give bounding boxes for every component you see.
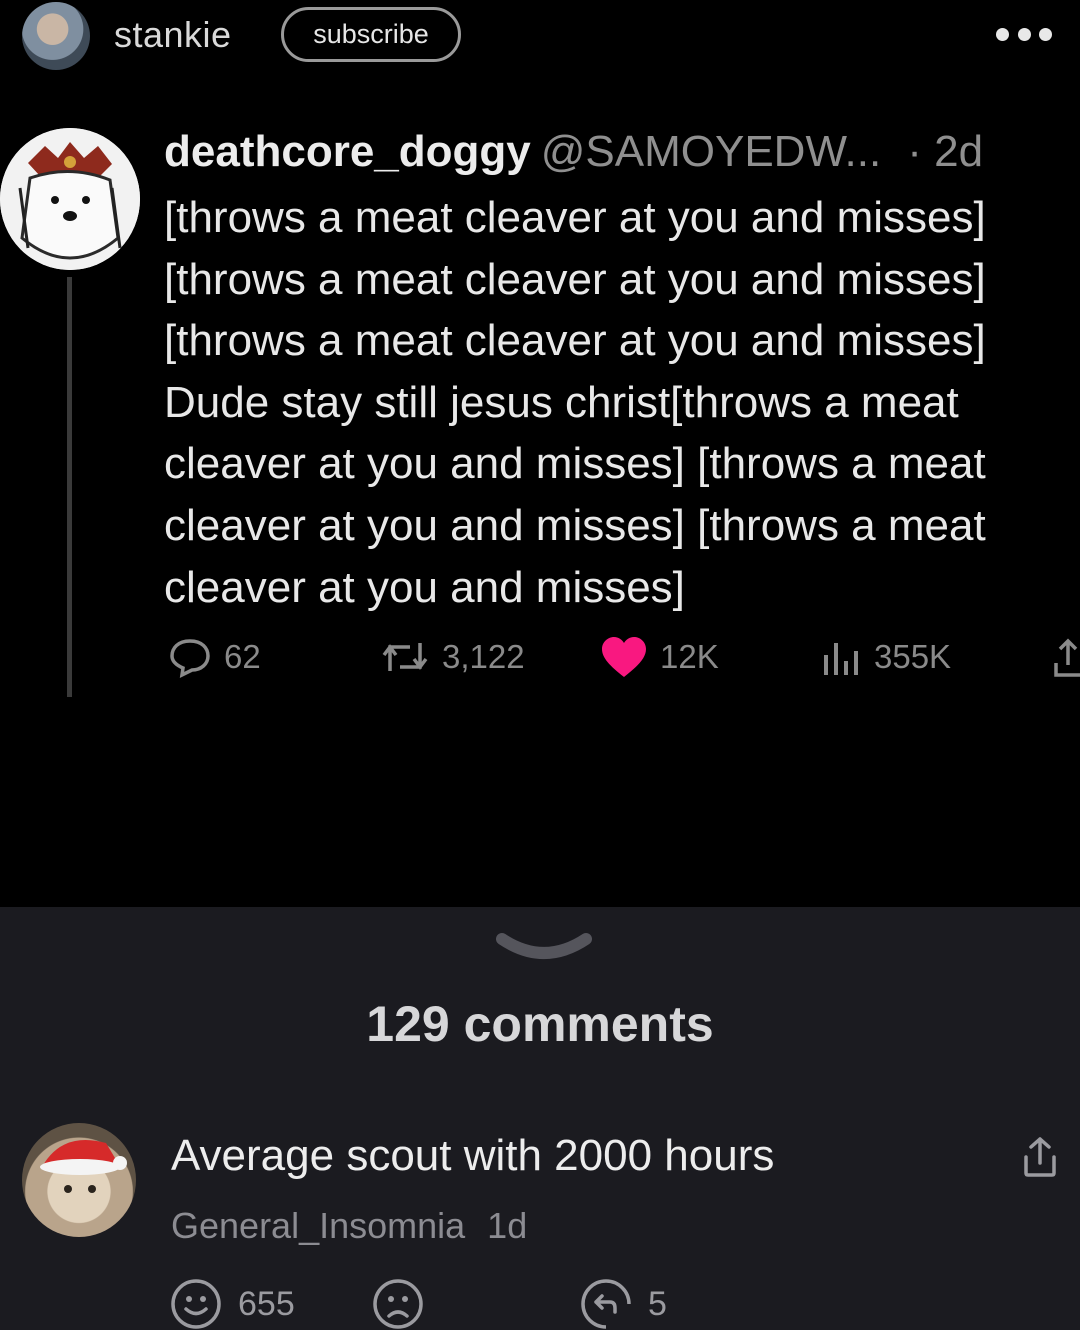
tweet-line: cleaver at you and misses] [throws a mea… bbox=[164, 500, 986, 550]
post-image[interactable]: deathcore_doggy @SAMOYEDW... · 2d [throws … bbox=[0, 72, 1080, 907]
comment-meta: General_Insomnia 1d bbox=[171, 1205, 527, 1247]
tweet-display-name: deathcore_doggy bbox=[164, 127, 531, 176]
thread-line bbox=[67, 277, 72, 697]
heart-icon bbox=[602, 637, 646, 677]
tweet-replies: 62 bbox=[168, 632, 261, 682]
tweet-time: · 2d bbox=[907, 127, 984, 176]
retweet-icon bbox=[382, 643, 428, 671]
tweet-views-count: 355K bbox=[874, 638, 952, 675]
tweet-line: cleaver at you and misses] bbox=[164, 562, 685, 612]
tweet-line: Dude stay still jesus christ[throws a me… bbox=[164, 377, 959, 427]
reply-count: 5 bbox=[648, 1284, 667, 1323]
post-header: stankie subscribe bbox=[0, 0, 1080, 72]
comment-share-icon[interactable] bbox=[1020, 1135, 1060, 1179]
tweet-handle: @SAMOYEDW... bbox=[540, 127, 882, 176]
collapse-chevron-icon[interactable] bbox=[496, 931, 592, 969]
tweet-actions: 62 3,122 12K 355K bbox=[164, 632, 1080, 682]
author-name[interactable]: stankie bbox=[114, 14, 232, 56]
reply-arrow-icon bbox=[581, 1279, 631, 1329]
tweet-text: [throws a meat cleaver at you and misses… bbox=[164, 187, 1064, 618]
comments-panel: 129 comments Average scout with 2000 hou… bbox=[0, 907, 1080, 1330]
frown-icon bbox=[373, 1279, 423, 1329]
tweet-line: [throws a meat cleaver at you and misses… bbox=[164, 316, 986, 366]
reply-bubble-icon bbox=[170, 639, 210, 679]
tweet-line: [throws a meat cleaver at you and misses… bbox=[164, 254, 986, 304]
views-bar-chart-icon bbox=[824, 643, 858, 675]
comment-actions: 655 5 bbox=[170, 1277, 870, 1330]
upvote-button[interactable]: 655 bbox=[170, 1277, 295, 1330]
comment-author[interactable]: General_Insomnia bbox=[171, 1205, 465, 1246]
reply-button[interactable]: 5 bbox=[580, 1277, 667, 1330]
downvote-button[interactable] bbox=[372, 1277, 424, 1330]
share-icon bbox=[1054, 638, 1080, 677]
tweet-retweets-count: 3,122 bbox=[442, 638, 525, 675]
tweet-share bbox=[1054, 632, 1080, 682]
more-options-icon[interactable] bbox=[996, 22, 1052, 46]
tweet-replies-count: 62 bbox=[224, 638, 261, 675]
comment-text: Average scout with 2000 hours bbox=[171, 1131, 775, 1180]
tweet-views: 355K bbox=[820, 632, 951, 682]
tweet-line: [throws a meat cleaver at you and misses… bbox=[164, 193, 986, 242]
upvote-count: 655 bbox=[238, 1284, 295, 1323]
comment-item: Average scout with 2000 hours General_In… bbox=[0, 1117, 1080, 1330]
tweet-line: cleaver at you and misses] [throws a mea… bbox=[164, 439, 986, 489]
tweet-avatar bbox=[0, 128, 140, 270]
tweet-retweets: 3,122 bbox=[380, 632, 525, 682]
comment-avatar[interactable] bbox=[22, 1123, 136, 1237]
tweet-header: deathcore_doggy @SAMOYEDW... · 2d bbox=[164, 124, 983, 180]
tweet-likes-count: 12K bbox=[660, 638, 719, 675]
author-avatar[interactable] bbox=[22, 2, 90, 70]
comments-count: 129 comments bbox=[366, 996, 714, 1052]
comment-time: 1d bbox=[487, 1205, 528, 1246]
subscribe-button[interactable]: subscribe bbox=[281, 7, 461, 62]
tweet-likes: 12K bbox=[600, 632, 719, 682]
post-page: stankie subscribe deathcore_doggy @SAMOYE… bbox=[0, 0, 1080, 1330]
smile-icon bbox=[171, 1279, 221, 1329]
